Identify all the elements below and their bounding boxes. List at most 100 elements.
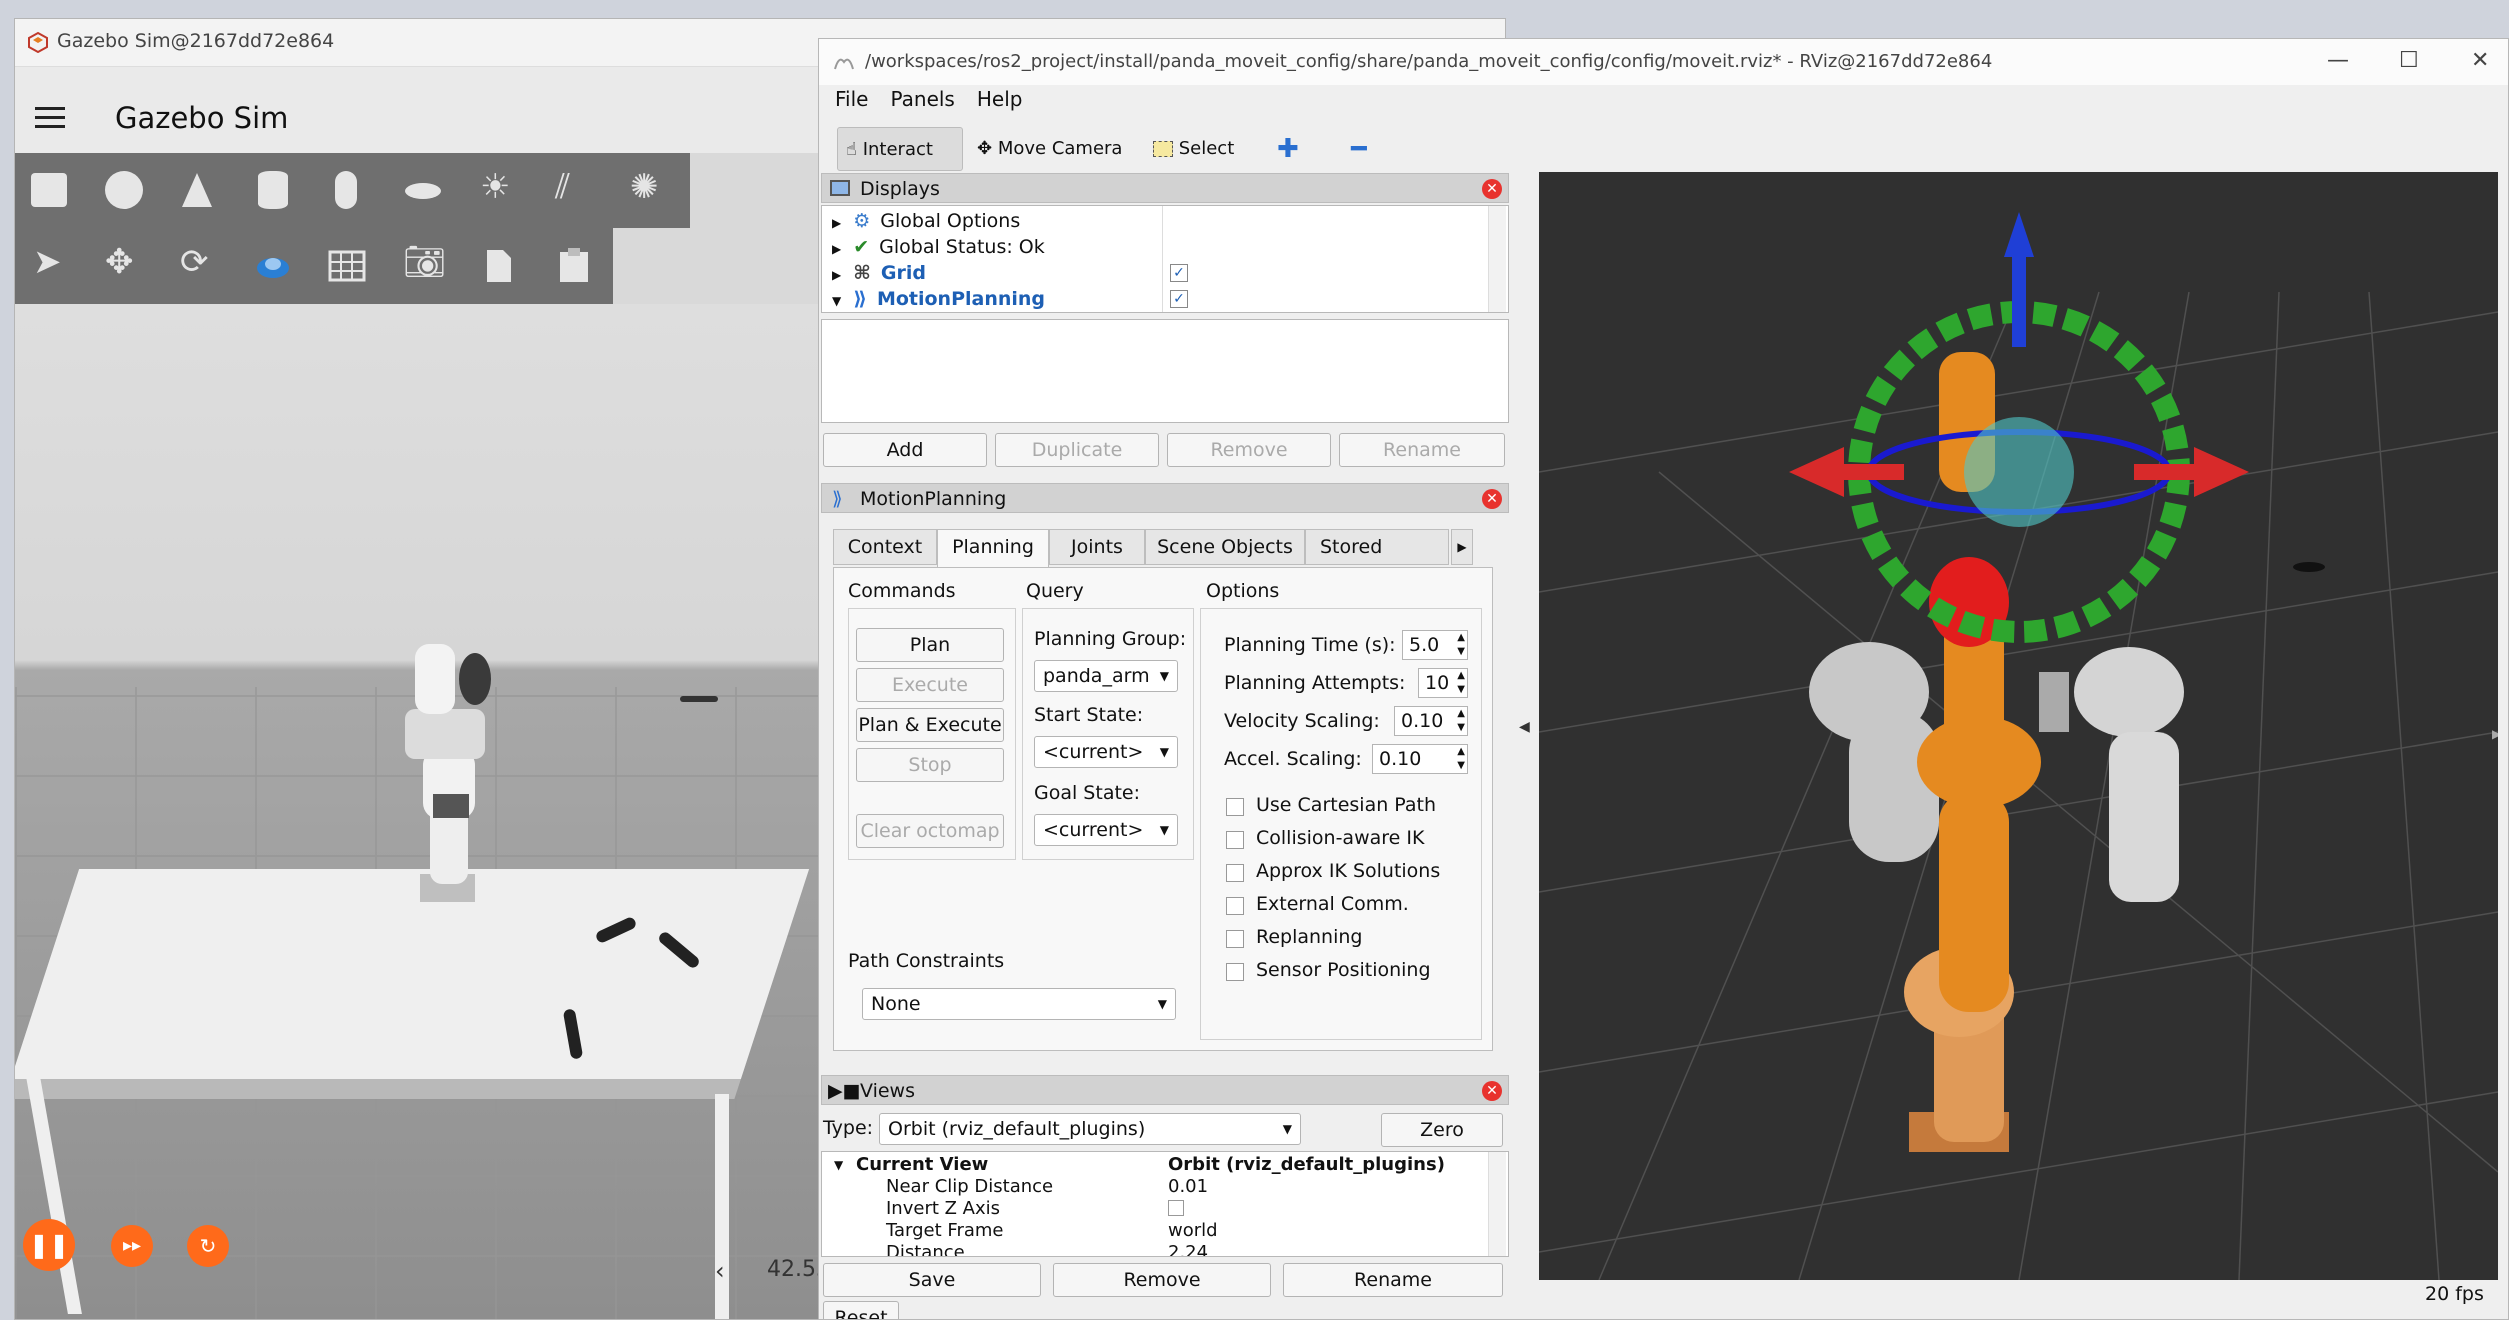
execute-button[interactable]: Execute: [856, 668, 1004, 702]
sphere-shape-icon[interactable]: [105, 171, 143, 209]
ellipsoid-shape-icon[interactable]: [405, 183, 441, 199]
grid-snap-icon[interactable]: [328, 250, 366, 284]
menu-panels[interactable]: Panels: [890, 87, 954, 111]
rename-display-button[interactable]: Rename: [1339, 433, 1505, 467]
displays-scrollbar[interactable]: [1488, 206, 1506, 312]
save-view-button[interactable]: Save: [823, 1263, 1041, 1297]
duplicate-display-button[interactable]: Duplicate: [995, 433, 1159, 467]
close-views-icon[interactable]: ✕: [1482, 1081, 1502, 1101]
sensor-positioning-checkbox[interactable]: [1226, 963, 1244, 981]
hamburger-menu-icon[interactable]: [35, 107, 65, 129]
view-type-select[interactable]: Orbit (rviz_default_plugins) ▼: [879, 1113, 1301, 1145]
goal-state-select[interactable]: <current> ▼: [1034, 814, 1178, 846]
spin-arrows-icon[interactable]: ▲ ▼: [1457, 631, 1465, 659]
collapse-left-icon[interactable]: ‹: [715, 1257, 725, 1285]
use-cartesian-path-checkbox[interactable]: [1226, 798, 1244, 816]
collision-aware-ik-checkbox[interactable]: [1226, 831, 1244, 849]
pause-button[interactable]: ❚❚: [23, 1219, 75, 1271]
tab-context[interactable]: Context: [833, 529, 937, 565]
expand-right-icon[interactable]: ▶: [2492, 727, 2498, 741]
sun-light-icon[interactable]: ☀: [480, 167, 510, 207]
displays-panel-header: Displays ✕: [821, 173, 1509, 203]
add-display-button[interactable]: Add: [823, 433, 987, 467]
tab-joints[interactable]: Joints: [1049, 529, 1145, 565]
select-arrow-icon[interactable]: ➤: [33, 242, 62, 282]
distance-value[interactable]: 2.24: [1168, 1242, 1208, 1256]
target-frame-value[interactable]: world: [1168, 1220, 1218, 1241]
spot-light-icon[interactable]: ✺: [630, 167, 659, 207]
stop-button[interactable]: Stop: [856, 748, 1004, 782]
invert-z-checkbox[interactable]: [1168, 1200, 1184, 1216]
step-forward-button[interactable]: ▸▸: [111, 1225, 153, 1267]
maximize-button[interactable]: ☐: [2399, 48, 2419, 73]
display-item-global-status[interactable]: ▶ ✔ Global Status: Ok: [822, 234, 1045, 260]
copy-icon[interactable]: [485, 248, 513, 284]
translate-icon[interactable]: ✥: [105, 242, 134, 282]
add-tool-icon[interactable]: ✚: [1269, 127, 1307, 171]
rename-view-button[interactable]: Rename: [1283, 1263, 1503, 1297]
box-shape-icon[interactable]: [31, 173, 67, 207]
planning-group-select[interactable]: panda_arm ▼: [1034, 660, 1178, 692]
select-tool[interactable]: Select: [1145, 127, 1242, 171]
display-item-motionplanning[interactable]: ▼ ⟫ MotionPlanning: [822, 286, 1045, 312]
spin-arrows-icon[interactable]: ▲ ▼: [1457, 745, 1465, 773]
options-label: Options: [1206, 580, 1280, 602]
clear-octomap-button[interactable]: Clear octomap: [856, 814, 1004, 848]
spin-arrows-icon[interactable]: ▲ ▼: [1457, 669, 1465, 697]
directional-light-icon[interactable]: ⫽: [555, 167, 570, 207]
cylinder-shape-icon[interactable]: [258, 171, 288, 209]
grid-enabled-checkbox[interactable]: ✓: [1170, 264, 1188, 282]
display-item-grid[interactable]: ▶ ⌘ Grid: [822, 260, 926, 286]
minimize-button[interactable]: —: [2327, 48, 2349, 73]
reset-simulation-button[interactable]: ↻: [187, 1225, 229, 1267]
camera-screenshot-icon[interactable]: 📷︎: [403, 242, 446, 282]
move-camera-tool[interactable]: ✥ Move Camera: [969, 127, 1130, 171]
rviz-3d-viewport[interactable]: ▶: [1539, 172, 2498, 1280]
start-state-select[interactable]: <current> ▼: [1034, 736, 1178, 768]
remove-view-button[interactable]: Remove: [1053, 1263, 1271, 1297]
spin-arrows-icon[interactable]: ▲ ▼: [1457, 707, 1465, 735]
tab-scroll-right-icon[interactable]: ▶: [1451, 529, 1473, 565]
remove-tool-icon[interactable]: ━: [1343, 127, 1375, 171]
velocity-scaling-input[interactable]: 0.10 ▲ ▼: [1394, 706, 1468, 736]
collapse-panel-left-icon[interactable]: ◀: [1519, 719, 1530, 735]
path-constraints-label: Path Constraints: [848, 950, 1005, 972]
expand-arrow-icon: ▶: [832, 216, 842, 230]
chevron-down-icon: ▼: [1159, 823, 1169, 837]
plan-button[interactable]: Plan: [856, 628, 1004, 662]
motionplanning-enabled-checkbox[interactable]: ✓: [1170, 290, 1188, 308]
remove-display-button[interactable]: Remove: [1167, 433, 1331, 467]
views-panel-header: ▶■ Views ✕: [821, 1075, 1509, 1105]
chevron-down-icon: ▼: [1159, 669, 1169, 683]
cone-shape-icon[interactable]: [180, 171, 214, 209]
hand-icon: ☝︎: [846, 139, 857, 160]
invert-z-label: Invert Z Axis: [886, 1198, 1001, 1219]
use-cartesian-path-label: Use Cartesian Path: [1256, 794, 1437, 816]
menu-file[interactable]: File: [835, 87, 868, 111]
replanning-checkbox[interactable]: [1226, 930, 1244, 948]
scale-icon[interactable]: [253, 252, 293, 282]
approx-ik-checkbox[interactable]: [1226, 864, 1244, 882]
plan-execute-button[interactable]: Plan & Execute: [856, 708, 1004, 742]
tab-stored-scenes[interactable]: Stored Scenes: [1305, 529, 1449, 565]
planning-attempts-input[interactable]: 10 ▲ ▼: [1418, 668, 1468, 698]
capsule-shape-icon[interactable]: [335, 171, 357, 209]
rotate-icon[interactable]: ⟳: [180, 242, 209, 282]
near-clip-value[interactable]: 0.01: [1168, 1176, 1208, 1197]
paste-icon[interactable]: [558, 246, 590, 284]
external-comm-checkbox[interactable]: [1226, 897, 1244, 915]
zero-view-button[interactable]: Zero: [1381, 1113, 1503, 1147]
display-item-global-options[interactable]: ▶ ⚙ Global Options: [822, 208, 1020, 234]
reset-button[interactable]: Reset: [823, 1301, 899, 1319]
close-motionplanning-icon[interactable]: ✕: [1482, 489, 1502, 509]
views-scrollbar[interactable]: [1488, 1152, 1506, 1256]
interact-tool[interactable]: ☝︎ Interact: [837, 127, 963, 171]
tab-scene-objects[interactable]: Scene Objects: [1145, 529, 1305, 565]
menu-help[interactable]: Help: [977, 87, 1023, 111]
close-displays-icon[interactable]: ✕: [1482, 179, 1502, 199]
tab-planning[interactable]: Planning: [937, 529, 1049, 567]
path-constraints-select[interactable]: None ▼: [862, 988, 1176, 1020]
accel-scaling-input[interactable]: 0.10 ▲ ▼: [1372, 744, 1468, 774]
planning-time-input[interactable]: 5.0 ▲ ▼: [1402, 630, 1468, 660]
close-window-button[interactable]: ✕: [2471, 48, 2489, 73]
